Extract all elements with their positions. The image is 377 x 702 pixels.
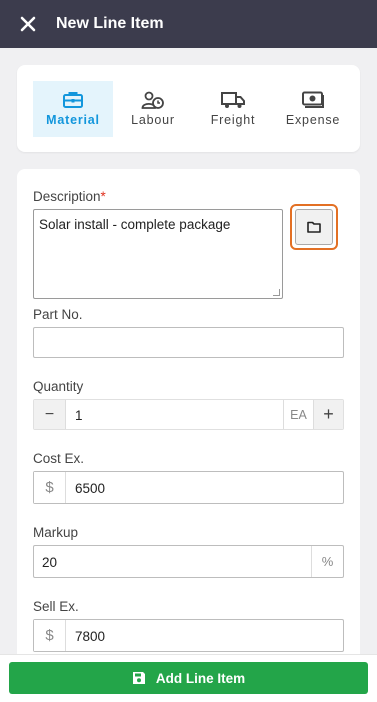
save-icon [132,672,145,684]
toolbox-icon [63,92,83,108]
tab-label: Expense [285,113,341,127]
truck-icon [221,92,245,108]
footer-bar: Add Line Item [0,654,377,702]
browse-items-button[interactable] [290,204,338,250]
money-icon [302,91,324,108]
sell-ex-field: $ 7800 [33,619,344,652]
line-type-selector: Material Labour Freight Expense [17,65,360,152]
markup-label: Markup [33,525,79,540]
required-mark: * [100,189,106,204]
cost-ex-field: $ 6500 [33,471,344,504]
quantity-unit: EA [283,400,313,429]
folder-icon [307,221,321,233]
description-value: Solar install - complete package [39,217,231,232]
percent-suffix: % [311,546,343,577]
tab-material[interactable]: Material [33,81,113,137]
tab-label: Labour [131,113,175,127]
sell-ex-input[interactable]: 7800 [75,629,105,644]
markup-field: 20 % [33,545,344,578]
resize-handle[interactable] [273,289,280,296]
add-line-item-label: Add Line Item [155,670,246,686]
browse-items-inner [295,209,333,245]
tab-label: Freight [210,113,256,127]
quantity-stepper: − 1 EA + [33,399,344,430]
plus-icon: + [323,404,334,424]
currency-prefix: $ [34,472,66,503]
quantity-increment-button[interactable]: + [313,400,343,429]
description-textarea[interactable]: Solar install - complete package [33,209,283,299]
cost-ex-input[interactable]: 6500 [75,481,105,496]
add-line-item-button[interactable]: Add Line Item [9,662,368,694]
tab-expense[interactable]: Expense [273,81,353,137]
line-item-form: Description* Solar install - complete pa… [17,169,360,669]
tab-label: Material [46,113,100,127]
worker-clock-icon [141,91,164,109]
page-title: New Line Item [56,15,164,32]
markup-input[interactable]: 20 [42,555,57,570]
close-button[interactable] [0,0,56,48]
description-label: Description* [33,189,106,204]
tab-freight[interactable]: Freight [193,81,273,137]
app-header: New Line Item [0,0,377,48]
currency-prefix: $ [34,620,66,651]
part-no-input[interactable] [33,327,344,358]
minus-icon: − [44,405,55,423]
sell-ex-label: Sell Ex. [33,599,79,614]
quantity-input[interactable]: 1 [75,408,83,423]
close-icon [20,16,36,32]
part-no-label: Part No. [33,307,83,322]
quantity-decrement-button[interactable]: − [34,400,66,429]
cost-ex-label: Cost Ex. [33,451,85,466]
tab-labour[interactable]: Labour [113,81,193,137]
quantity-label: Quantity [33,379,84,394]
